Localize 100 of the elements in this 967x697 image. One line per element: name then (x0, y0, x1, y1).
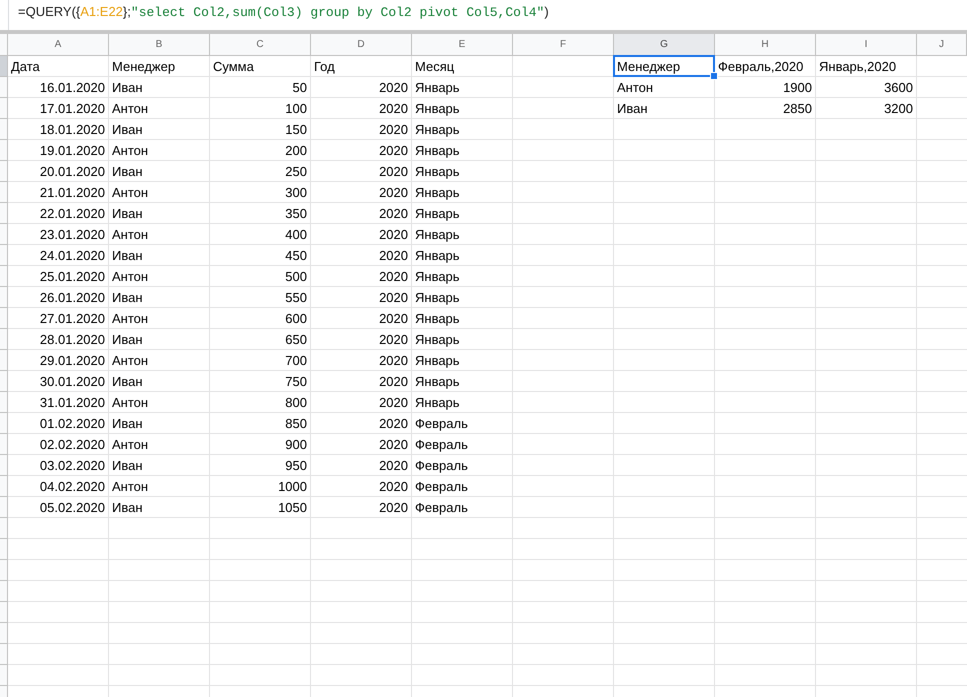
table-cell-text: Январь (414, 120, 461, 139)
row-header[interactable] (0, 287, 8, 308)
row-header[interactable] (0, 392, 8, 413)
select-all-corner[interactable] (0, 34, 8, 56)
table-cell-text: 25.01.2020 (38, 268, 106, 286)
table-cell-text: 950 (284, 456, 308, 474)
row-header[interactable] (0, 518, 8, 539)
row-header[interactable] (0, 329, 8, 350)
column-header[interactable]: A (8, 34, 109, 56)
table-cell-text: 2020 (378, 78, 409, 96)
table-cell-text: Иван (111, 162, 144, 180)
table-cell-text: 2020 (378, 310, 409, 328)
table-cell-text: 350 (284, 204, 308, 222)
table-cell-text: 450 (284, 246, 308, 264)
table-cell-text: Дата (10, 58, 41, 76)
table-cell-text: Антон (616, 78, 654, 96)
row-header[interactable] (0, 140, 8, 161)
column-header[interactable]: F (513, 34, 614, 56)
table-cell-text: Иван (111, 498, 144, 516)
row-header[interactable] (0, 539, 8, 560)
table-cell-text: Иван (111, 204, 144, 222)
table-cell-text: Иван (111, 78, 144, 96)
column-header[interactable]: B (109, 34, 210, 56)
row-header[interactable] (0, 182, 8, 203)
row-header[interactable] (0, 224, 8, 245)
table-cell-text: 850 (284, 414, 308, 432)
table-cell-text: 31.01.2020 (38, 394, 106, 412)
table-cell-text: 2020 (378, 436, 409, 454)
table-cell-text: 23.01.2020 (38, 226, 106, 244)
table-cell-text: 750 (284, 372, 308, 390)
table-cell-text: 26.01.2020 (38, 288, 106, 306)
column-header[interactable]: G (614, 34, 715, 56)
row-header[interactable] (0, 644, 8, 665)
row-header[interactable] (0, 371, 8, 392)
table-cell-text: 24.01.2020 (38, 246, 106, 264)
table-cell-text: Январь (414, 268, 461, 286)
row-header[interactable] (0, 434, 8, 455)
table-cell-text: Антон (111, 436, 150, 454)
row-header[interactable] (0, 476, 8, 497)
table-cell-text: 250 (284, 162, 308, 180)
fill-handle[interactable] (710, 72, 718, 80)
table-cell-text: 3200 (883, 100, 914, 118)
table-cell-text: Январь (414, 162, 461, 181)
table-cell-text: Январь (414, 78, 461, 97)
row-header[interactable] (0, 245, 8, 266)
table-cell-text: 04.02.2020 (38, 478, 106, 496)
table-cell-text: Антон (111, 268, 150, 286)
table-cell-text: 2020 (378, 456, 409, 474)
table-cell-text: 29.01.2020 (38, 352, 106, 370)
table-cell-text: Антон (111, 226, 150, 244)
table-cell-text: 19.01.2020 (38, 142, 106, 160)
row-header[interactable] (0, 98, 8, 119)
table-cell-text: 2020 (378, 478, 409, 496)
row-header[interactable] (0, 119, 8, 140)
column-header[interactable]: D (311, 34, 412, 56)
table-cell-text: Январь (414, 310, 461, 328)
table-cell: Менеджер (614, 56, 714, 76)
table-cell-text: 1000 (277, 478, 308, 496)
row-header[interactable] (0, 350, 8, 371)
table-cell-text: Январь (414, 142, 461, 160)
row-header[interactable] (0, 203, 8, 224)
table-cell-text: Январь (414, 288, 461, 307)
table-cell-text: 22.01.2020 (38, 204, 106, 222)
column-header[interactable]: I (816, 34, 917, 56)
row-header[interactable] (0, 77, 8, 98)
table-cell-text: Февраль (414, 456, 469, 475)
table-cell-text: 2020 (378, 162, 409, 180)
table-cell-text: Антон (111, 394, 150, 412)
row-header[interactable] (0, 560, 8, 581)
table-cell-text: 550 (284, 288, 308, 306)
formula-field[interactable]: =QUERY({A1:E22};"select Col2,sum(Col3) group by Col2 pivot Col5,Col4") (18, 4, 549, 20)
table-cell-text: Иван (111, 414, 144, 432)
table-cell-text: Иван (111, 330, 144, 348)
table-cell-text: Антон (111, 142, 150, 160)
row-header[interactable] (0, 665, 8, 686)
table-cell-text: 400 (284, 226, 308, 244)
row-header[interactable] (0, 266, 8, 287)
table-cell-text: Январь (414, 352, 461, 370)
table-cell-text: 1900 (782, 78, 813, 96)
row-header[interactable] (0, 497, 8, 518)
row-header[interactable] (0, 602, 8, 623)
row-header[interactable] (0, 413, 8, 434)
table-cell-text: Февраль (414, 436, 469, 454)
table-cell-text: 20.01.2020 (38, 162, 106, 180)
row-header[interactable] (0, 308, 8, 329)
column-header[interactable]: E (412, 34, 513, 56)
table-cell-text: Февраль (414, 414, 469, 433)
table-cell-text: 2020 (378, 246, 409, 264)
table-cell-text: 17.01.2020 (38, 100, 106, 118)
column-header[interactable]: C (210, 34, 311, 56)
row-header[interactable] (0, 623, 8, 644)
table-cell-text: 2020 (378, 226, 409, 244)
row-header[interactable] (0, 56, 8, 77)
row-header[interactable] (0, 161, 8, 182)
column-header[interactable]: J (917, 34, 967, 56)
row-header[interactable] (0, 455, 8, 476)
column-header[interactable]: H (715, 34, 816, 56)
table-cell-text: Иван (111, 246, 144, 264)
row-header[interactable] (0, 581, 8, 602)
table-cell-text: 2020 (378, 142, 409, 160)
